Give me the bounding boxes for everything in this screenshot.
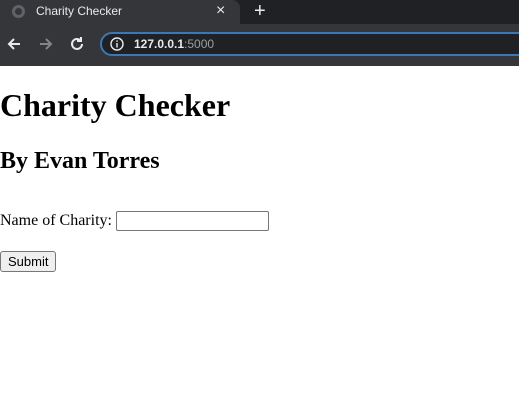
charity-name-label: Name of Charity: [0, 212, 112, 229]
tab-strip: Charity Checker × + [0, 0, 519, 24]
address-bar[interactable]: 127.0.0.1:5000 [100, 32, 519, 56]
tab-title: Charity Checker [36, 4, 123, 18]
submit-button[interactable]: Submit [0, 251, 57, 272]
url-text: 127.0.0.1:5000 [134, 37, 214, 51]
charity-form: Name of Charity: [0, 211, 269, 231]
reload-icon[interactable] [68, 35, 86, 53]
browser-toolbar: 127.0.0.1:5000 [0, 24, 519, 66]
info-icon[interactable] [110, 37, 124, 51]
close-tab-icon[interactable]: × [216, 2, 225, 20]
charity-name-input[interactable] [115, 211, 269, 231]
url-host: 127.0.0.1 [134, 37, 185, 51]
back-arrow-icon[interactable] [5, 35, 23, 53]
page-title: Charity Checker [0, 87, 231, 123]
new-tab-icon[interactable]: + [254, 1, 266, 21]
url-port: :5000 [184, 37, 215, 51]
forward-arrow-icon[interactable] [37, 35, 55, 53]
browser-tab[interactable]: Charity Checker × [0, 0, 240, 24]
page-subtitle: By Evan Torres [0, 148, 160, 174]
globe-icon [12, 5, 25, 18]
page-content: Charity Checker By Evan Torres Name of C… [0, 66, 519, 403]
